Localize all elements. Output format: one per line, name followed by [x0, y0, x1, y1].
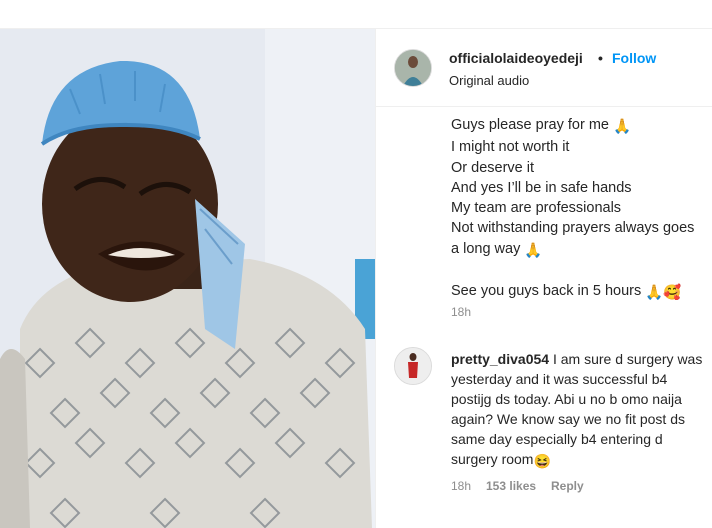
caption-line: Not withstanding prayers always goes — [451, 220, 695, 237]
separator-dot: • — [598, 50, 603, 66]
folded-hands-icon: 🙏 — [613, 119, 632, 135]
comment-timestamp[interactable]: 18h — [451, 479, 471, 493]
follow-button[interactable]: Follow — [612, 50, 656, 66]
commenter-avatar[interactable] — [394, 347, 432, 385]
folded-hands-icon: 🙏 — [524, 242, 543, 259]
post-caption: Guys please pray for me 🙏 I might not wo… — [451, 115, 712, 304]
caption-line: a long way — [451, 240, 521, 257]
caption-timestamp[interactable]: 18h — [451, 305, 471, 319]
comment-likes[interactable]: 153 likes — [486, 479, 536, 493]
original-audio-link[interactable]: Original audio — [449, 73, 529, 88]
post-side-panel: officialolaideoyedeji • Follow Original … — [375, 29, 712, 528]
video-frame — [0, 29, 375, 528]
top-bar — [0, 0, 712, 29]
folded-hands-icon: 🙏 — [645, 285, 664, 302]
caption-line: And yes I’ll be in safe hands — [451, 179, 632, 196]
smiling-face-with-hearts-icon: 🥰 — [663, 285, 682, 302]
caption-line: I might not worth it — [451, 139, 570, 156]
caption-line: My team are professionals — [451, 200, 622, 217]
author-avatar[interactable] — [394, 49, 432, 87]
comment-body: pretty_diva054 I am sure d surgery was y… — [451, 349, 709, 471]
caption-line: Or deserve it — [451, 159, 534, 176]
grinning-squinting-face-icon: 😆 — [533, 453, 551, 469]
reply-button[interactable]: Reply — [551, 479, 584, 493]
post-video[interactable] — [0, 29, 375, 528]
author-username[interactable]: officialolaideoyedeji — [449, 50, 583, 66]
comment-text: I am sure d surgery was yesterday and it… — [451, 351, 703, 467]
caption-line: See you guys back in 5 hours — [451, 283, 642, 300]
caption-line: Guys please pray for me — [451, 117, 609, 133]
commenter-username[interactable]: pretty_diva054 — [451, 351, 549, 367]
post-header: officialolaideoyedeji • Follow Original … — [376, 29, 712, 107]
